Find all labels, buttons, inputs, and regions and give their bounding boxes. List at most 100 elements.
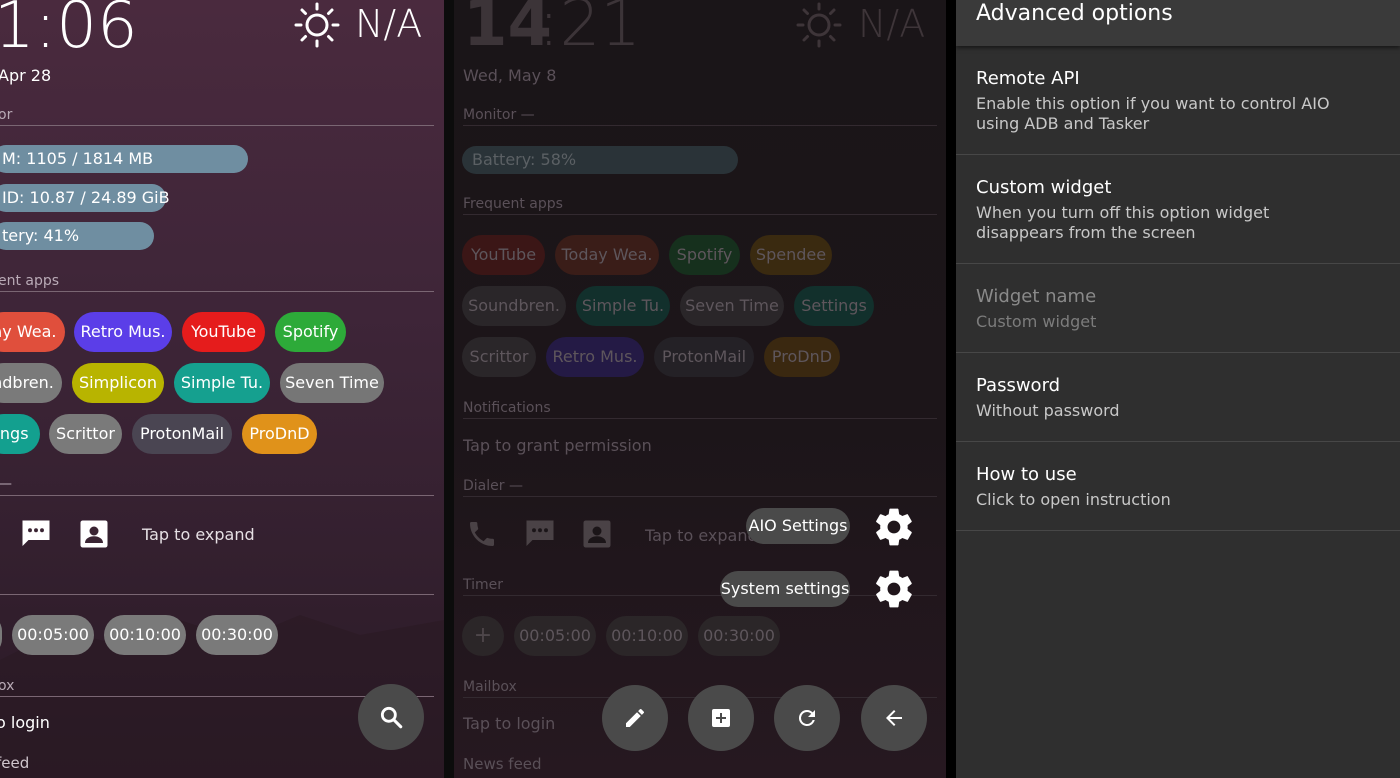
app-scrittor[interactable]: Scrittor [49, 414, 122, 454]
screen-separator [444, 0, 454, 778]
app-soundbrenner: Soundbren. [462, 286, 566, 326]
monitor-label: Monitor — [463, 107, 535, 123]
edit-button[interactable] [602, 685, 668, 751]
option-title: Widget name [976, 286, 1097, 307]
system-settings-label[interactable]: System settings [720, 571, 850, 607]
date: Wed, May 8 [463, 66, 557, 85]
timer-add-button: + [462, 616, 504, 656]
app-settings: Settings [794, 286, 874, 326]
app-seven-time[interactable]: Seven Time [280, 363, 384, 403]
launcher-screen-left: 1:06 N/A Apr 28 or M: 1105 / 1814 MB ID:… [0, 0, 444, 778]
add-widget-button[interactable] [688, 685, 754, 751]
app-today-weather[interactable]: ay Wea. [0, 312, 65, 352]
app-spotify: Spotify [669, 235, 740, 275]
weather-value: N/A [858, 2, 926, 46]
search-button[interactable] [358, 684, 424, 750]
app-seven-time: Seven Time [680, 286, 784, 326]
aio-settings-label[interactable]: AIO Settings [746, 508, 850, 544]
gear-icon[interactable] [872, 567, 916, 611]
option-title: Custom widget [976, 177, 1112, 198]
app-spendee: Spendee [750, 235, 832, 275]
clock[interactable]: 1:06 [0, 0, 138, 58]
divider [0, 594, 434, 595]
dialer-label: — [0, 476, 12, 492]
divider [463, 595, 937, 596]
search-icon [380, 706, 403, 729]
app-simplicon[interactable]: Simplicon [72, 363, 164, 403]
app-prodnd[interactable]: ProDnD [242, 414, 317, 454]
option-how-to-use[interactable]: How to use Click to open instruction [956, 442, 1400, 531]
dialer-label: Dialer — [463, 478, 523, 494]
pencil-icon [626, 708, 644, 727]
gear-icon[interactable] [872, 505, 916, 549]
option-title: Remote API [976, 68, 1080, 89]
back-button[interactable] [861, 685, 927, 751]
option-title: How to use [976, 464, 1077, 485]
divider [463, 418, 937, 419]
message-icon[interactable] [18, 516, 54, 552]
app-simple-tuner[interactable]: Simple Tu. [174, 363, 270, 403]
date[interactable]: Apr 28 [0, 66, 51, 85]
storage-bar: ID: 10.87 / 24.89 GiB [0, 184, 170, 212]
divider [463, 214, 937, 215]
battery-bar: tery: 41% [0, 222, 154, 250]
sun-icon[interactable] [294, 2, 340, 48]
monitor-label: or [0, 107, 13, 123]
app-youtube[interactable]: YouTube [182, 312, 265, 352]
app-protonmail[interactable]: ProtonMail [132, 414, 232, 454]
battery-bar: Battery: 58% [462, 146, 738, 174]
divider [0, 125, 434, 126]
app-soundbrenner[interactable]: ndbren. [0, 363, 62, 403]
tap-to-login[interactable]: o login [0, 713, 50, 732]
notifications-label: Notifications [463, 400, 551, 416]
refresh-icon [798, 710, 815, 726]
timer-5min[interactable]: 00:05:00 [12, 615, 94, 655]
screen-separator [946, 0, 956, 778]
mailbox-label: Mailbox [463, 679, 517, 695]
weather-value[interactable]: N/A [355, 2, 422, 46]
option-password[interactable]: Password Without password [956, 353, 1400, 442]
app-retro-music: Retro Mus. [546, 337, 644, 377]
contacts-icon[interactable] [76, 516, 112, 552]
timer-10min: 00:10:00 [606, 616, 688, 656]
app-retro-music[interactable]: Retro Mus. [74, 312, 172, 352]
divider [0, 291, 434, 292]
phone-icon [470, 522, 494, 546]
ram-bar: M: 1105 / 1814 MB [0, 145, 248, 173]
option-custom-widget[interactable]: Custom widget When you turn off this opt… [956, 155, 1400, 264]
advanced-options-screen: Advanced options Remote API Enable this … [956, 0, 1400, 778]
timer-10min[interactable]: 00:10:00 [104, 615, 186, 655]
timer-label: Timer [463, 577, 504, 593]
sun-icon [796, 2, 842, 48]
mailbox-label: ox [0, 678, 15, 694]
option-widget-name: Widget name Custom widget [956, 264, 1400, 353]
app-scrittor: Scrittor [462, 337, 536, 377]
app-today-weather: Today Wea. [555, 235, 659, 275]
app-spotify[interactable]: Spotify [275, 312, 346, 352]
dimmed-launcher: 14 :21 N/A Wed, May 8 Monitor — Battery:… [454, 0, 950, 778]
option-remote-api[interactable]: Remote API Enable this option if you wan… [956, 46, 1400, 155]
clock-minutes: :21 [538, 0, 641, 61]
launcher-screen-menu: 14 :21 N/A Wed, May 8 Monitor — Battery:… [444, 0, 950, 778]
divider [0, 495, 434, 496]
option-subtitle: Without password [976, 401, 1120, 420]
timer-30min[interactable]: 00:30:00 [196, 615, 278, 655]
refresh-button[interactable] [774, 685, 840, 751]
app-youtube: YouTube [462, 235, 545, 275]
contacts-icon [583, 520, 611, 548]
message-icon [526, 520, 554, 546]
page-title: Advanced options [976, 1, 1173, 26]
app-settings[interactable]: ings [0, 414, 40, 454]
divider [463, 496, 937, 497]
app-simple-tuner: Simple Tu. [576, 286, 670, 326]
app-prodnd: ProDnD [764, 337, 840, 377]
option-subtitle: Click to open instruction [976, 490, 1171, 509]
option-subtitle: When you turn off this option widget dis… [976, 203, 1270, 242]
timer-30min: 00:30:00 [698, 616, 780, 656]
divider [463, 125, 937, 126]
news-feed-label: News feed [463, 755, 542, 773]
tap-to-expand: Tap to expand [645, 526, 758, 545]
timer-5min: 00:05:00 [514, 616, 596, 656]
tap-to-expand[interactable]: Tap to expand [142, 525, 255, 544]
frequent-apps-label: ent apps [0, 273, 60, 289]
